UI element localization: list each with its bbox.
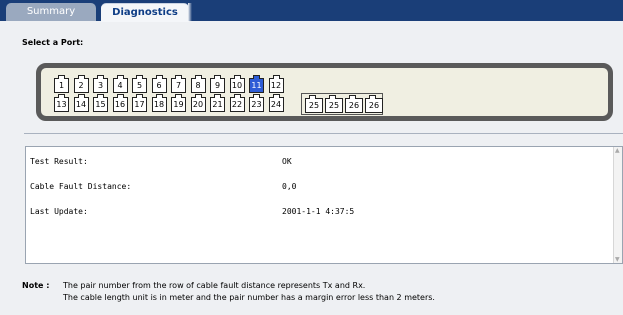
scroll-up-icon[interactable]: ▲	[615, 147, 620, 154]
sfp-port-25-0[interactable]: 25	[305, 95, 323, 113]
tab-bar: Summary Diagnostics	[0, 0, 623, 22]
sfp-port-25-1[interactable]: 25	[325, 95, 343, 113]
port-11[interactable]: 11	[249, 75, 264, 93]
cable-fault-distance-value: 0,0	[282, 182, 297, 191]
test-result-label: Test Result:	[30, 157, 88, 166]
note-label: Note :	[22, 281, 50, 290]
port-3[interactable]: 3	[93, 75, 108, 93]
test-result-value: OK	[282, 157, 292, 166]
port-24[interactable]: 24	[268, 94, 284, 112]
port-14[interactable]: 14	[73, 94, 89, 112]
port-18[interactable]: 18	[151, 94, 167, 112]
switch-port-panel: 1 2 3 4 5 6 7 8 9 10 11 12 13 14 15 16 17 18 19 20 21 22 23 24 …	[36, 63, 613, 121]
divider	[24, 133, 623, 134]
port-19[interactable]: 19	[171, 94, 186, 112]
select-port-label: Select a Port:	[22, 38, 84, 47]
results-panel: Test Result: OK Cable Fault Distance: 0,…	[25, 146, 623, 264]
results-scrollbar[interactable]: ▲ ▼	[613, 147, 622, 263]
note-line-2: The cable length unit is in meter and th…	[63, 293, 435, 302]
port-13[interactable]: 13	[54, 94, 69, 112]
port-10[interactable]: 10	[229, 75, 245, 93]
port-6[interactable]: 6	[151, 75, 167, 93]
port-12[interactable]: 12	[268, 75, 284, 93]
port-9[interactable]: 9	[210, 75, 225, 93]
port-15[interactable]: 15	[93, 94, 108, 112]
note-line-1: The pair number from the row of cable fa…	[63, 281, 366, 290]
port-5[interactable]: 5	[132, 75, 147, 93]
tab-diagnostics[interactable]: Diagnostics	[101, 3, 189, 22]
port-20[interactable]: 20	[190, 94, 206, 112]
port-17[interactable]: 17	[132, 94, 147, 112]
port-22[interactable]: 22	[229, 94, 245, 112]
sfp-port-26-2[interactable]: 26	[345, 95, 363, 113]
sfp-port-26-3[interactable]: 26	[365, 95, 383, 113]
port-1[interactable]: 1	[54, 75, 69, 93]
port-2[interactable]: 2	[73, 75, 89, 93]
port-16[interactable]: 16	[112, 94, 128, 112]
port-23[interactable]: 23	[249, 94, 264, 112]
port-21[interactable]: 21	[210, 94, 225, 112]
port-8[interactable]: 8	[190, 75, 206, 93]
scroll-down-icon[interactable]: ▼	[615, 256, 620, 263]
sfp-port-group: 25 25 26 26	[301, 93, 383, 115]
port-7[interactable]: 7	[171, 75, 186, 93]
tab-summary[interactable]: Summary	[6, 3, 96, 21]
port-4[interactable]: 4	[112, 75, 128, 93]
last-update-value: 2001-1-1 4:37:5	[282, 207, 355, 216]
cable-fault-distance-label: Cable Fault Distance:	[30, 182, 132, 191]
last-update-label: Last Update:	[30, 207, 88, 216]
tab-corner	[188, 3, 192, 21]
